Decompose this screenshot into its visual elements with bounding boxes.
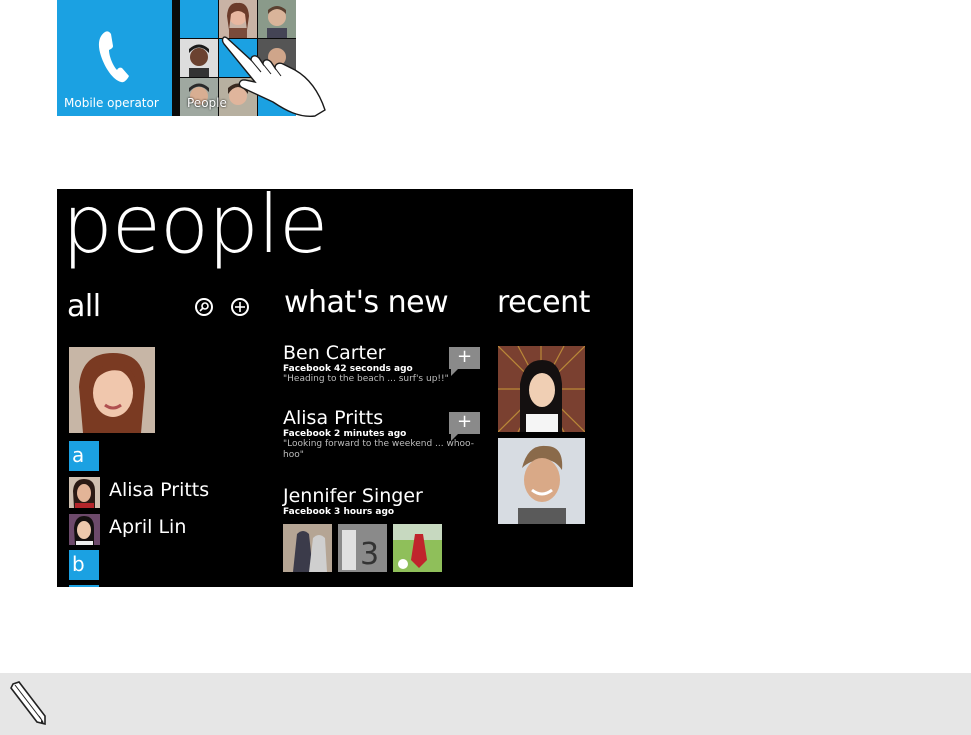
next-letter-tile bbox=[69, 585, 99, 587]
news-text: "Looking forward to the weekend ... whoo… bbox=[283, 439, 474, 460]
contact-avatar bbox=[69, 477, 100, 508]
mobile-operator-tile[interactable]: Mobile operator bbox=[57, 0, 172, 116]
contact-avatar bbox=[69, 514, 100, 545]
me-profile-photo[interactable] bbox=[69, 347, 155, 433]
add-icon[interactable] bbox=[231, 298, 249, 316]
comment-button[interactable]: + bbox=[449, 412, 480, 441]
section-heading-whats-new[interactable]: what's new bbox=[284, 285, 449, 320]
recent-contact-photo[interactable] bbox=[498, 346, 585, 432]
note-bar bbox=[0, 673, 971, 735]
photo-thumbnail[interactable] bbox=[283, 524, 332, 572]
contact-name: April Lin bbox=[109, 516, 187, 538]
letter-group-a[interactable]: a bbox=[69, 441, 99, 471]
contact-row[interactable]: Alisa Pritts bbox=[69, 477, 249, 509]
letter-group-b[interactable]: b bbox=[69, 550, 99, 580]
mobile-operator-label: Mobile operator bbox=[64, 96, 159, 110]
news-text: "Heading to the beach ... surf's up!!" bbox=[283, 374, 449, 384]
contact-name: Alisa Pritts bbox=[109, 479, 210, 501]
svg-text:3: 3 bbox=[360, 537, 379, 572]
hand-tap-icon bbox=[221, 36, 326, 117]
contact-row[interactable]: April Lin bbox=[69, 514, 249, 546]
people-hub-screen: people all a Alisa Pritts April Lin b wh… bbox=[57, 189, 633, 587]
comment-button[interactable]: + bbox=[449, 347, 480, 376]
photo-thumbnail[interactable]: 3 bbox=[338, 524, 387, 572]
news-item[interactable]: Jennifer Singer Facebook 3 hours ago bbox=[283, 485, 483, 517]
recent-contact-photo[interactable] bbox=[498, 438, 585, 524]
section-heading-recent[interactable]: recent bbox=[497, 285, 590, 320]
section-heading-all[interactable]: all bbox=[67, 289, 101, 324]
news-name: Jennifer Singer bbox=[283, 485, 423, 507]
news-source: Facebook 3 hours ago bbox=[283, 507, 395, 517]
person-photo-icon bbox=[180, 39, 218, 77]
photo-thumbnail[interactable] bbox=[393, 524, 442, 572]
phone-handset-icon bbox=[98, 31, 129, 83]
pencil-icon bbox=[10, 681, 46, 726]
search-icon[interactable] bbox=[195, 298, 213, 316]
tile-blank-cell bbox=[180, 0, 218, 38]
page-title: people bbox=[62, 189, 328, 271]
